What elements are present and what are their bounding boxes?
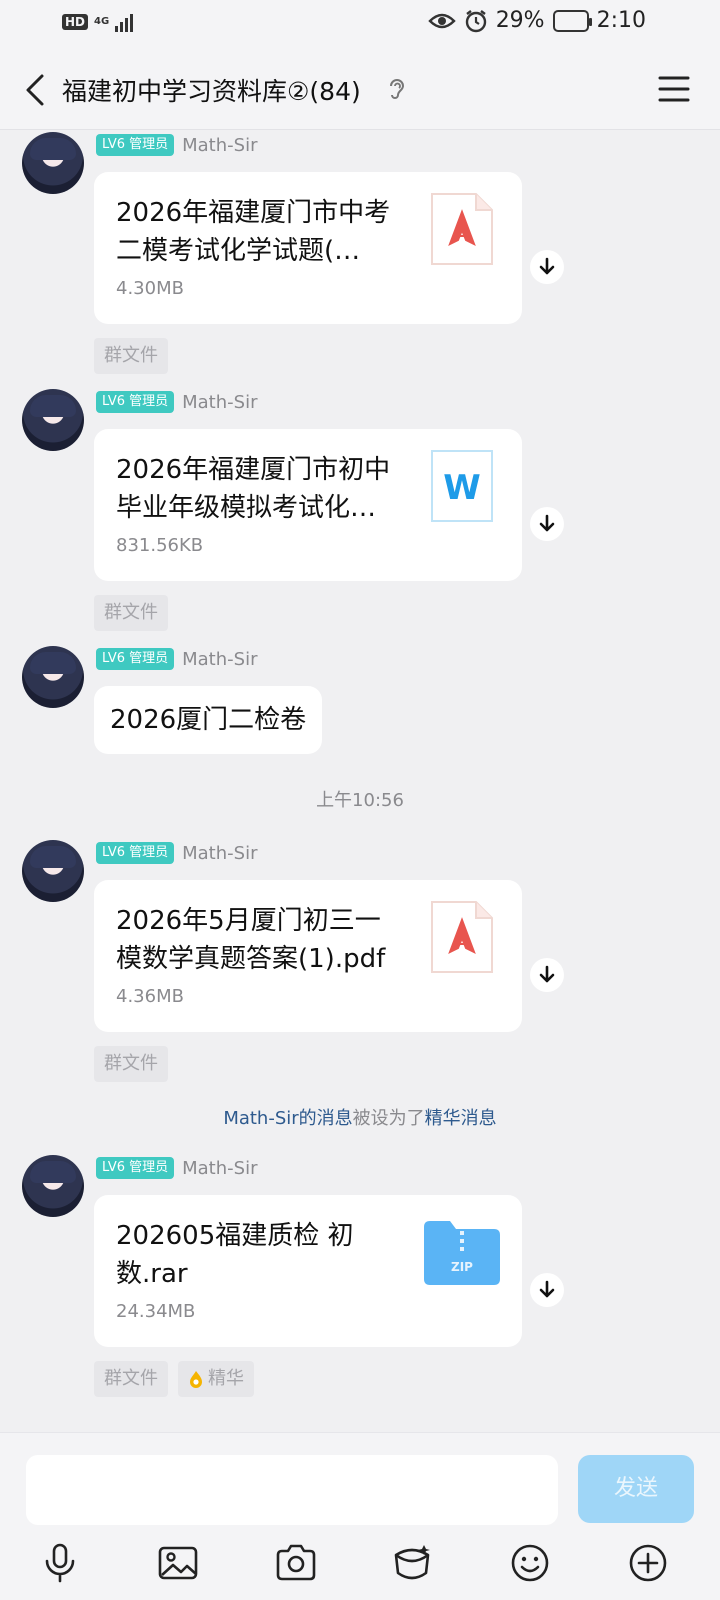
eye-icon bbox=[427, 13, 456, 28]
file-name: 2026年5月厦门初三一模数学真题答案(1).pdf bbox=[116, 906, 386, 974]
file-card[interactable]: 2026年福建厦门市初中毕业年级模拟考试化… 831.56KB W bbox=[94, 429, 522, 581]
group-file-tag[interactable]: 群文件 bbox=[94, 338, 168, 374]
hd-badge: HD bbox=[62, 14, 89, 30]
tag-label: 群文件 bbox=[104, 1368, 158, 1389]
battery-icon bbox=[552, 9, 592, 32]
download-button[interactable] bbox=[530, 958, 564, 992]
message-meta: LV6 管理员 Math-Sir bbox=[96, 648, 257, 670]
sender-name[interactable]: Math-Sir bbox=[182, 1158, 257, 1179]
sender-name[interactable]: Math-Sir bbox=[182, 843, 257, 864]
file-name: 2026年福建厦门市初中毕业年级模拟考试化… bbox=[116, 455, 391, 523]
tag-label: 群文件 bbox=[104, 602, 158, 623]
avatar[interactable] bbox=[22, 646, 84, 708]
essence-tag[interactable]: 精华 bbox=[178, 1361, 254, 1397]
file-name: 202605福建质检 初数.rar bbox=[116, 1221, 354, 1289]
avatar[interactable] bbox=[22, 1155, 84, 1217]
send-button[interactable]: 发送 bbox=[578, 1455, 694, 1523]
status-right: 29% 2:10 bbox=[427, 8, 646, 33]
text-bubble[interactable]: 2026厦门二检卷 bbox=[94, 686, 323, 754]
group-file-tag[interactable]: 群文件 bbox=[94, 1361, 168, 1397]
file-size: 24.34MB bbox=[116, 1301, 196, 1322]
back-icon[interactable] bbox=[18, 68, 58, 112]
signal-icon bbox=[115, 12, 134, 32]
download-button[interactable] bbox=[530, 250, 564, 284]
file-card[interactable]: 2026年5月厦门初三一模数学真题答案(1).pdf 4.36MB bbox=[94, 880, 522, 1032]
mic-icon[interactable] bbox=[38, 1541, 82, 1585]
file-size: 4.30MB bbox=[116, 278, 184, 299]
group-file-tag[interactable]: 群文件 bbox=[94, 1046, 168, 1082]
toolbar bbox=[0, 1541, 720, 1589]
chat-header: 福建初中学习资料库②(84) bbox=[0, 50, 720, 130]
input-bar: 发送 bbox=[0, 1432, 720, 1600]
red-packet-icon[interactable] bbox=[390, 1541, 434, 1585]
message-input[interactable] bbox=[26, 1455, 558, 1525]
system-note-highlight-link[interactable]: 精华消息 bbox=[425, 1108, 497, 1129]
download-icon bbox=[539, 257, 555, 275]
zip-folder-icon: ZIP bbox=[424, 1221, 500, 1285]
message-meta: LV6 管理员 Math-Sir bbox=[96, 1157, 257, 1179]
download-icon bbox=[539, 1280, 555, 1298]
status-left: HD 4G bbox=[62, 12, 134, 32]
download-icon bbox=[539, 965, 555, 983]
pdf-icon bbox=[431, 901, 493, 973]
group-file-tag[interactable]: 群文件 bbox=[94, 595, 168, 631]
message-meta: LV6 管理员 Math-Sir bbox=[96, 842, 257, 864]
avatar[interactable] bbox=[22, 840, 84, 902]
svg-text:W: W bbox=[443, 468, 481, 508]
file-size: 831.56KB bbox=[116, 535, 204, 556]
system-note-text: 被设为了 bbox=[352, 1108, 425, 1129]
level-badge: LV6 管理员 bbox=[96, 842, 175, 864]
message-meta: LV6 管理员 Math-Sir bbox=[96, 391, 257, 413]
download-button[interactable] bbox=[530, 507, 564, 541]
file-size: 4.36MB bbox=[116, 986, 184, 1007]
system-note-link[interactable]: Math-Sir的消息 bbox=[223, 1108, 352, 1129]
sender-name[interactable]: Math-Sir bbox=[182, 649, 257, 670]
file-name: 2026年福建厦门市中考二模考试化学试题(… bbox=[116, 198, 391, 266]
timestamp: 上午10:56 bbox=[316, 790, 404, 811]
pdf-icon bbox=[431, 193, 493, 265]
emoji-icon[interactable] bbox=[508, 1541, 552, 1585]
image-icon[interactable] bbox=[156, 1541, 200, 1585]
plus-icon[interactable] bbox=[626, 1541, 670, 1585]
word-icon: W bbox=[431, 450, 493, 522]
sender-name[interactable]: Math-Sir bbox=[182, 135, 257, 156]
tag-label: 群文件 bbox=[104, 1053, 158, 1074]
system-note: Math-Sir的消息被设为了精华消息 bbox=[0, 1104, 720, 1130]
file-card[interactable]: 2026年福建厦门市中考二模考试化学试题(… 4.30MB bbox=[94, 172, 522, 324]
flame-icon bbox=[190, 1371, 202, 1388]
ear-icon[interactable] bbox=[386, 76, 408, 102]
download-icon bbox=[539, 514, 555, 532]
camera-icon[interactable] bbox=[274, 1541, 318, 1585]
clock: 2:10 bbox=[596, 8, 646, 33]
sender-name[interactable]: Math-Sir bbox=[182, 392, 257, 413]
network-type: 4G bbox=[94, 16, 110, 27]
svg-text:ZIP: ZIP bbox=[451, 1260, 473, 1274]
tag-label: 群文件 bbox=[104, 345, 158, 366]
avatar[interactable] bbox=[22, 389, 84, 451]
page-title: 福建初中学习资料库②(84) bbox=[62, 77, 361, 106]
download-button[interactable] bbox=[530, 1273, 564, 1307]
level-badge: LV6 管理员 bbox=[96, 1157, 175, 1179]
avatar[interactable] bbox=[22, 132, 84, 194]
menu-icon[interactable] bbox=[658, 74, 690, 104]
file-card[interactable]: 202605福建质检 初数.rar 24.34MB ZIP bbox=[94, 1195, 522, 1347]
status-bar: HD 4G 29% 2:10 bbox=[0, 0, 720, 50]
tag-label: 精华 bbox=[208, 1368, 244, 1389]
level-badge: LV6 管理员 bbox=[96, 134, 175, 156]
message-meta: LV6 管理员 Math-Sir bbox=[96, 134, 257, 156]
level-badge: LV6 管理员 bbox=[96, 391, 175, 413]
alarm-icon bbox=[465, 9, 486, 32]
level-badge: LV6 管理员 bbox=[96, 648, 175, 670]
battery-percent: 29% bbox=[495, 8, 545, 33]
